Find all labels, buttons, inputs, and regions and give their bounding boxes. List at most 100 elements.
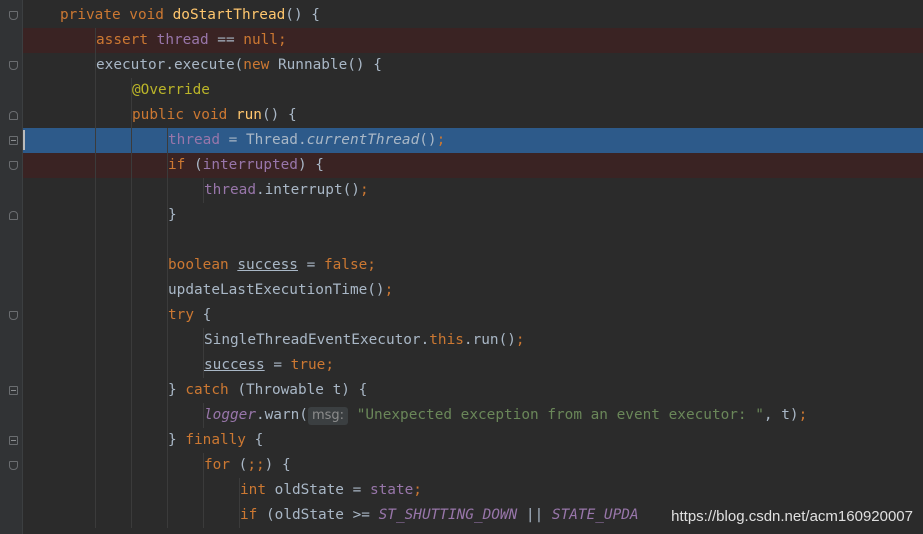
code-token: state xyxy=(369,482,414,498)
code-token: thread xyxy=(168,132,220,148)
code-token: , t) xyxy=(763,407,799,423)
fold-toggle-icon[interactable] xyxy=(9,436,18,445)
code-token: logger xyxy=(204,407,256,423)
fold-toggle-icon[interactable] xyxy=(9,136,18,145)
code-line[interactable]: executor.execute(new Runnable() { xyxy=(23,53,923,78)
code-text: public void run() { xyxy=(132,103,297,128)
code-token: () xyxy=(419,132,437,148)
code-token: = xyxy=(297,257,324,273)
code-token: ; xyxy=(413,482,422,498)
indent-guide xyxy=(95,178,96,203)
code-token: oldState = xyxy=(274,482,370,498)
code-token: Runnable() { xyxy=(277,57,382,73)
code-token: } xyxy=(168,432,186,448)
indent-guide xyxy=(95,503,96,528)
code-token: = Thread. xyxy=(219,132,307,148)
indent-guide xyxy=(167,478,168,503)
indent-guide xyxy=(95,228,96,253)
fold-toggle-icon[interactable] xyxy=(9,461,18,470)
fold-toggle-icon[interactable] xyxy=(9,11,18,20)
code-line[interactable]: assert thread == null; xyxy=(23,28,923,53)
indent-guide xyxy=(95,428,96,453)
code-text: for (;;) { xyxy=(204,453,291,478)
code-text: thread.interrupt(); xyxy=(204,178,369,203)
indent-guide xyxy=(95,403,96,428)
code-token: assert xyxy=(96,32,157,48)
code-text: if (oldState >= ST_SHUTTING_DOWN || STAT… xyxy=(240,503,639,528)
fold-toggle-icon[interactable] xyxy=(9,386,18,395)
code-token: ST_SHUTTING_DOWN xyxy=(378,507,518,523)
code-token: STATE_UPDA xyxy=(551,507,639,523)
code-text: success = true; xyxy=(204,353,334,378)
code-token: ; xyxy=(515,332,525,348)
code-text: } finally { xyxy=(168,428,263,453)
code-line-selected[interactable]: thread = Thread.currentThread(); xyxy=(23,128,923,153)
fold-toggle-icon[interactable] xyxy=(9,161,18,170)
code-line[interactable]: try { xyxy=(23,303,923,328)
indent-guide xyxy=(131,453,132,478)
code-token: () { xyxy=(285,7,320,23)
indent-guide xyxy=(131,353,132,378)
indent-guide xyxy=(167,328,168,353)
indent-guide xyxy=(131,128,132,153)
indent-guide xyxy=(131,478,132,503)
code-token: ; xyxy=(798,407,808,423)
code-line[interactable]: public void run() { xyxy=(23,103,923,128)
code-token: new xyxy=(243,57,278,73)
code-line[interactable]: SingleThreadEventExecutor.this.run(); xyxy=(23,328,923,353)
code-token: this xyxy=(429,332,464,348)
indent-guide xyxy=(95,303,96,328)
code-line[interactable]: for (;;) { xyxy=(23,453,923,478)
code-text: updateLastExecutionTime(); xyxy=(168,278,393,303)
code-line[interactable]: } finally { xyxy=(23,428,923,453)
indent-guide xyxy=(203,503,204,528)
parameter-hint: msg: xyxy=(307,407,349,425)
code-token: == xyxy=(208,32,244,48)
code-line[interactable]: private void doStartThread() { xyxy=(23,3,923,28)
code-line[interactable]: thread.interrupt(); xyxy=(23,178,923,203)
code-token: .interrupt() xyxy=(255,182,360,198)
code-token: if xyxy=(168,157,194,173)
editor-gutter[interactable] xyxy=(0,0,23,534)
indent-guide xyxy=(95,478,96,503)
code-line[interactable]: success = true; xyxy=(23,353,923,378)
code-line[interactable]: if (interrupted) { xyxy=(23,153,923,178)
code-line[interactable]: } catch (Throwable t) { xyxy=(23,378,923,403)
fold-toggle-icon[interactable] xyxy=(9,311,18,320)
code-line[interactable] xyxy=(23,228,923,253)
fold-toggle-icon[interactable] xyxy=(9,61,18,70)
code-token: boolean xyxy=(168,257,238,273)
indent-guide xyxy=(95,203,96,228)
fold-toggle-icon[interactable] xyxy=(9,111,18,120)
indent-guide xyxy=(95,353,96,378)
code-token: null xyxy=(243,32,278,48)
indent-guide xyxy=(167,228,168,253)
code-token: ; xyxy=(384,282,394,298)
fold-toggle-icon[interactable] xyxy=(9,211,18,220)
indent-guide xyxy=(95,253,96,278)
code-text: try { xyxy=(168,303,211,328)
code-line[interactable]: @Override xyxy=(23,78,923,103)
code-text: assert thread == null; xyxy=(96,28,287,53)
code-token: if xyxy=(240,507,266,523)
code-line[interactable]: boolean success = false; xyxy=(23,253,923,278)
code-token: { xyxy=(202,307,212,323)
code-editor[interactable]: private void doStartThread() {assert thr… xyxy=(0,0,923,534)
indent-guide xyxy=(95,378,96,403)
code-token: () { xyxy=(261,107,297,123)
indent-guide xyxy=(131,253,132,278)
code-token: int xyxy=(240,482,275,498)
code-token: { xyxy=(254,432,264,448)
code-line[interactable]: } xyxy=(23,203,923,228)
code-text: private void doStartThread() { xyxy=(60,3,320,28)
indent-guide xyxy=(167,503,168,528)
indent-guide xyxy=(167,453,168,478)
indent-guide xyxy=(95,278,96,303)
code-line[interactable]: int oldState = state; xyxy=(23,478,923,503)
code-line[interactable]: logger.warn(msg: "Unexpected exception f… xyxy=(23,403,923,428)
code-line[interactable]: updateLastExecutionTime(); xyxy=(23,278,923,303)
code-token: @Override xyxy=(132,82,210,98)
indent-guide xyxy=(131,228,132,253)
code-token: ; xyxy=(359,182,369,198)
code-token: thread xyxy=(204,182,256,198)
